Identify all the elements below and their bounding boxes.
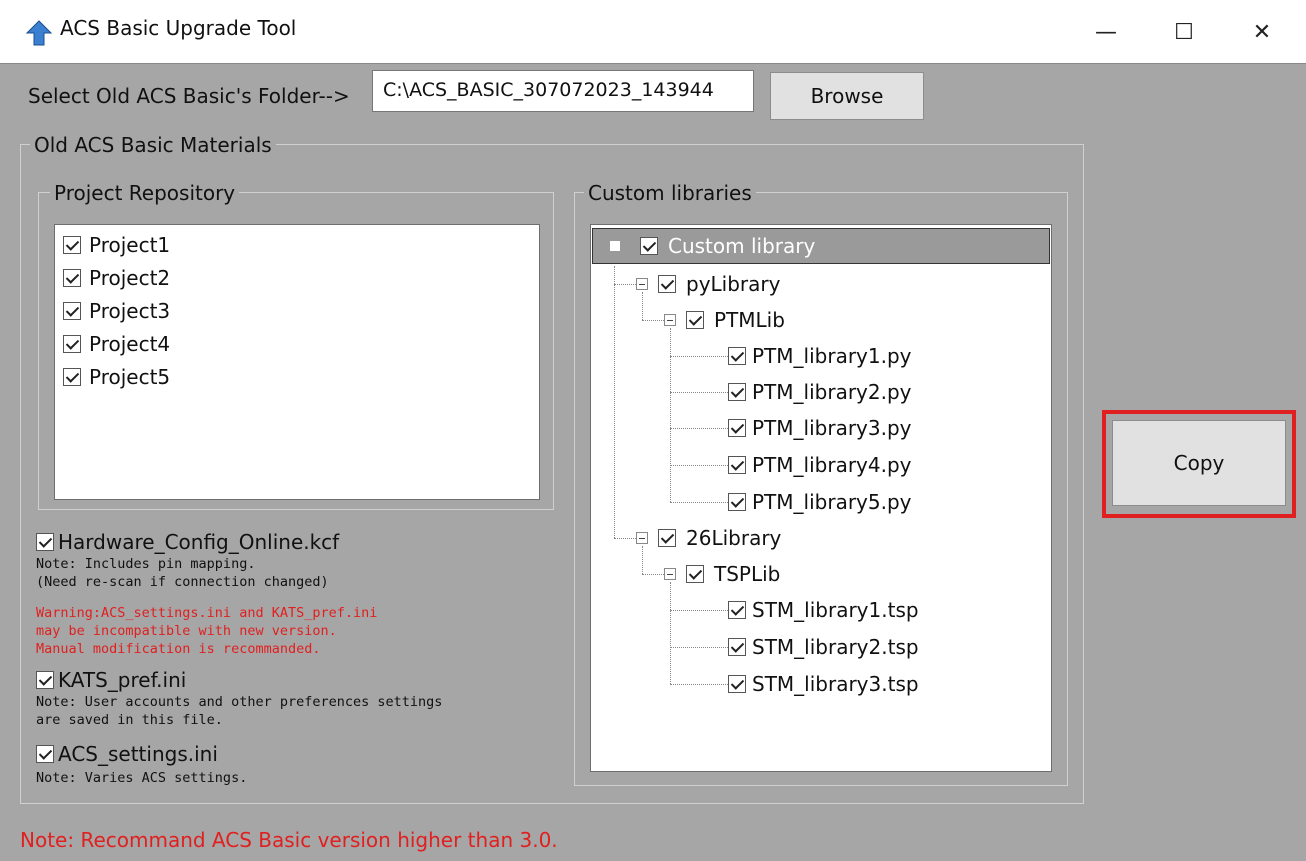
checkbox[interactable]: [686, 565, 704, 583]
copy-button[interactable]: Copy: [1112, 420, 1286, 506]
checkbox[interactable]: [728, 601, 746, 619]
tree-connector: [670, 392, 728, 393]
checkbox[interactable]: [36, 745, 54, 763]
checkbox[interactable]: [640, 237, 658, 255]
warning-text: Warning:ACS_settings.ini and KATS_pref.i…: [36, 605, 378, 657]
folder-select-label: Select Old ACS Basic's Folder-->: [28, 84, 350, 108]
close-button[interactable]: ✕: [1232, 8, 1292, 56]
tree-leaf[interactable]: STM_library1.tsp: [728, 598, 919, 622]
checkbox[interactable]: [728, 347, 746, 365]
title-bar: ACS Basic Upgrade Tool — ☐ ✕: [0, 0, 1306, 64]
tree-connector: [670, 428, 728, 429]
tree-connector: [670, 465, 728, 466]
tree-connector: [670, 647, 728, 648]
list-item[interactable]: Project3: [63, 299, 170, 323]
tree-connector: [670, 328, 671, 502]
list-item[interactable]: Project5: [63, 365, 170, 389]
window-title: ACS Basic Upgrade Tool: [60, 16, 297, 40]
tree-connector: [670, 582, 671, 684]
checkbox[interactable]: [728, 493, 746, 511]
tree-leaf[interactable]: PTM_library5.py: [728, 490, 912, 514]
checkbox[interactable]: [728, 456, 746, 474]
project-repository-legend: Project Repository: [50, 181, 240, 205]
hardware-config-note: Note: Includes pin mapping. (Need re-sca…: [36, 556, 329, 590]
browse-button[interactable]: Browse: [770, 72, 924, 120]
tree-leaf[interactable]: PTM_library4.py: [728, 453, 912, 477]
checkbox[interactable]: [63, 302, 81, 320]
tree-connector: [614, 266, 615, 538]
tree-connector: [614, 284, 636, 285]
kats-pref-note: Note: User accounts and other preference…: [36, 694, 443, 728]
list-item[interactable]: Project1: [63, 233, 170, 257]
collapse-icon[interactable]: [636, 278, 648, 290]
checkbox[interactable]: [658, 529, 676, 547]
tree-node-tsplib[interactable]: TSPLib: [664, 562, 780, 586]
checkbox[interactable]: [686, 311, 704, 329]
list-item[interactable]: Project4: [63, 332, 170, 356]
tree-leaf[interactable]: PTM_library2.py: [728, 380, 912, 404]
acs-settings-checkbox[interactable]: ACS_settings.ini: [36, 742, 218, 766]
tree-node-pylibrary[interactable]: pyLibrary: [636, 272, 780, 296]
checkbox[interactable]: [36, 533, 54, 551]
upgrade-arrow-icon: [26, 20, 52, 46]
tree-leaf[interactable]: PTM_library1.py: [728, 344, 912, 368]
tree-connector: [642, 320, 664, 321]
collapse-icon[interactable]: [664, 568, 676, 580]
list-item[interactable]: Project2: [63, 266, 170, 290]
maximize-button[interactable]: ☐: [1154, 8, 1214, 56]
tree-connector: [614, 538, 636, 539]
checkbox[interactable]: [728, 638, 746, 656]
version-note: Note: Recommand ACS Basic version higher…: [20, 828, 558, 852]
checkbox[interactable]: [728, 383, 746, 401]
tree-connector: [670, 356, 728, 357]
tree-connector: [642, 292, 643, 320]
checkbox[interactable]: [728, 675, 746, 693]
tree-node-root[interactable]: Custom library: [610, 234, 815, 258]
collapse-icon[interactable]: [610, 241, 620, 251]
tree-connector: [642, 546, 643, 574]
tree-leaf[interactable]: STM_library3.tsp: [728, 672, 919, 696]
checkbox[interactable]: [658, 275, 676, 293]
project-list[interactable]: Project1 Project2 Project3 Project4 Proj…: [54, 224, 540, 500]
custom-libraries-legend: Custom libraries: [584, 181, 756, 205]
kats-pref-checkbox[interactable]: KATS_pref.ini: [36, 668, 186, 692]
tree-leaf[interactable]: STM_library2.tsp: [728, 635, 919, 659]
tree-connector: [670, 502, 728, 503]
checkbox[interactable]: [36, 671, 54, 689]
checkbox[interactable]: [63, 269, 81, 287]
tree-connector: [670, 610, 728, 611]
checkbox[interactable]: [728, 419, 746, 437]
tree-node-ptmlib[interactable]: PTMLib: [664, 308, 785, 332]
old-materials-legend: Old ACS Basic Materials: [30, 133, 276, 157]
checkbox[interactable]: [63, 335, 81, 353]
collapse-icon[interactable]: [664, 314, 676, 326]
minimize-button[interactable]: —: [1076, 8, 1136, 56]
checkbox[interactable]: [63, 236, 81, 254]
tree-connector: [642, 574, 664, 575]
tree-connector: [670, 684, 728, 685]
collapse-icon[interactable]: [636, 532, 648, 544]
tree-leaf[interactable]: PTM_library3.py: [728, 416, 912, 440]
checkbox[interactable]: [63, 368, 81, 386]
folder-path-input[interactable]: C:\ACS_BASIC_307072023_143944: [372, 70, 754, 112]
acs-settings-note: Note: Varies ACS settings.: [36, 770, 248, 786]
tree-node-26library[interactable]: 26Library: [636, 526, 781, 550]
hardware-config-checkbox[interactable]: Hardware_Config_Online.kcf: [36, 530, 339, 554]
